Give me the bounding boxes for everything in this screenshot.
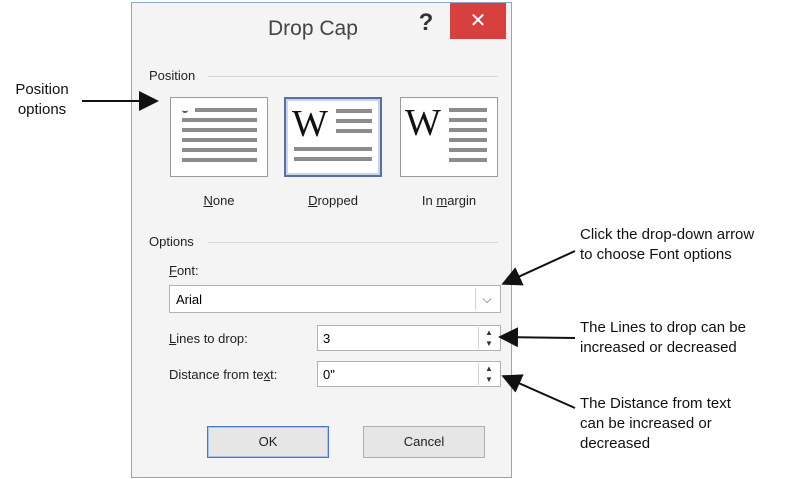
annotation-arrows	[82, 91, 576, 409]
lines-arrow	[498, 327, 576, 348]
distance-arrow	[501, 374, 576, 409]
font-arrow	[501, 250, 576, 286]
